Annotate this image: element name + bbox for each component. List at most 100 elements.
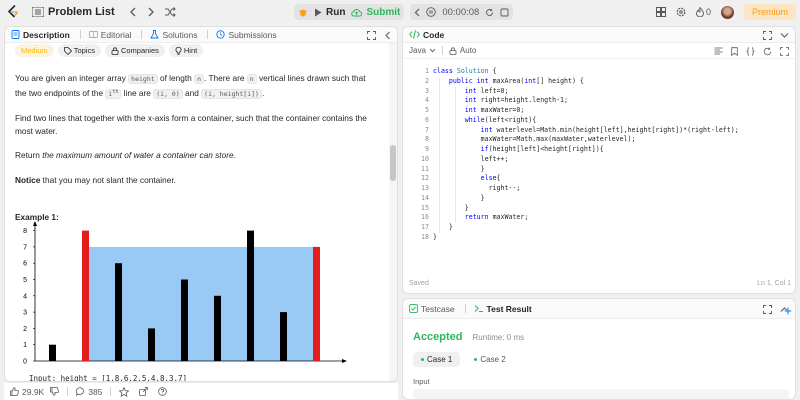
submit-button[interactable]: Submit: [351, 7, 400, 18]
line-number: 15: [421, 203, 429, 212]
star-icon[interactable]: [119, 386, 130, 397]
note-icon[interactable]: [500, 8, 509, 17]
reset-timer-icon[interactable]: [485, 8, 494, 17]
input-label: Input: [413, 377, 430, 386]
description-scrollbar[interactable]: [389, 43, 397, 381]
tab-submissions-label: Submissions: [228, 29, 277, 40]
fullscreen-icon[interactable]: [780, 46, 789, 56]
auto-mode-toggle[interactable]: Auto: [449, 46, 476, 55]
code-panel-controls: [763, 27, 789, 43]
comment-icon: [76, 387, 85, 396]
user-avatar[interactable]: [720, 5, 734, 19]
braces-icon[interactable]: [746, 46, 755, 56]
expand-icon[interactable]: [367, 30, 376, 40]
case-2-button[interactable]: Case 2: [466, 352, 513, 367]
collapse-down-icon[interactable]: [780, 32, 789, 39]
chevron-left-icon[interactable]: [129, 7, 137, 17]
difficulty-badge[interactable]: Medium: [15, 44, 54, 57]
share-icon[interactable]: [139, 387, 149, 396]
tab-testcase[interactable]: Testcase: [409, 304, 455, 314]
topics-label: Topics: [73, 46, 95, 55]
chevron-down-icon: [429, 48, 436, 53]
run-label: Run: [326, 6, 346, 18]
reset-code-icon[interactable]: [763, 46, 772, 56]
text-segment: .: [233, 150, 236, 161]
line-number: 10: [421, 154, 429, 163]
shuffle-icon[interactable]: [164, 7, 176, 17]
settings-gear-icon[interactable]: [676, 7, 686, 17]
chevron-left-timer-icon[interactable]: [414, 8, 420, 17]
line-number: 14: [421, 193, 429, 202]
example-input: Input: height = [1,8,6,2,5,4,8,3,7]: [29, 374, 188, 382]
format-icon[interactable]: [714, 47, 723, 55]
ith-superscript: th: [112, 88, 119, 95]
code-content[interactable]: class Solution { public int maxArea(int[…: [433, 67, 739, 243]
tab-separator: [464, 304, 466, 313]
tab-separator: [207, 30, 209, 39]
like-button[interactable]: 29.9K: [10, 387, 44, 397]
like-count: 29.9K: [22, 386, 45, 397]
code-panel-header: Code: [403, 27, 795, 43]
tab-submissions[interactable]: Submissions: [216, 29, 277, 40]
expand-code-icon[interactable]: [763, 30, 772, 40]
line-number: 18: [421, 232, 429, 241]
case-1-button[interactable]: Case 1: [413, 352, 461, 367]
case-1-label: Case 1: [427, 355, 453, 364]
collapse-left-icon[interactable]: [384, 31, 391, 40]
text-segment: line are: [121, 87, 154, 98]
leetcode-logo-icon[interactable]: [6, 5, 20, 19]
x-axis-arrow: [342, 359, 347, 363]
problem-statement-p3: Return the maximum amount of water a con…: [15, 149, 379, 162]
hint-tag[interactable]: Hint: [168, 44, 204, 57]
line-number: 5: [425, 106, 429, 114]
play-icon: [315, 8, 322, 16]
tab-description[interactable]: Description: [11, 30, 70, 40]
example-chart: 0 1 2 3 4 5 6 7 8: [23, 221, 347, 366]
water-area: [89, 246, 313, 361]
chevron-right-icon[interactable]: [147, 7, 155, 17]
history-icon: [216, 30, 226, 39]
flask-icon: [150, 30, 160, 39]
tab-solutions[interactable]: Solutions: [150, 30, 197, 40]
run-button[interactable]: Run: [314, 7, 345, 18]
inline-code-point1: (i, 0): [153, 88, 183, 99]
language-selector[interactable]: Java: [409, 46, 436, 55]
code-panel: Code Java Auto 1 2 3 4 5 6 7 8 9 10 11 1…: [402, 26, 796, 294]
lock-icon: [111, 46, 119, 55]
inline-code-height: height: [128, 74, 158, 84]
checkbox-icon: [409, 304, 418, 313]
tab-separator: [141, 30, 143, 39]
description-panel-controls: [367, 27, 391, 43]
help-icon[interactable]: [158, 387, 168, 396]
code-editor[interactable]: 1 2 3 4 5 6 7 8 9 10 11 12 13 14 15 16 17 18 class Soluti…: [403, 57, 795, 277]
premium-button[interactable]: Premium: [743, 4, 796, 20]
problem-list-icon[interactable]: [32, 7, 44, 17]
pass-dot: [474, 358, 478, 361]
streak-counter[interactable]: 0: [696, 7, 711, 17]
tab-test-result[interactable]: Test Result: [474, 304, 532, 314]
text-segment: You are given an integer array: [15, 73, 129, 83]
bookmark-icon[interactable]: [731, 46, 738, 56]
result-status: Accepted: [413, 331, 463, 343]
expand-result-icon[interactable]: [763, 304, 772, 314]
description-panel-header: Description Editorial Solutions Submissi…: [5, 27, 397, 43]
thumbs-down-icon[interactable]: [50, 387, 60, 396]
comments-button[interactable]: 385: [76, 387, 102, 397]
top-bar-center: Run Submit 00:00:08: [294, 4, 514, 20]
description-scroll-thumb[interactable]: [390, 145, 396, 181]
tab-code[interactable]: Code: [409, 30, 444, 40]
topics-tag[interactable]: Topics: [57, 44, 101, 57]
italic-segment: the maximum amount of water a container …: [42, 150, 234, 161]
timer-group: 00:00:08: [410, 4, 514, 20]
case-tabs: Case 1 Case 2: [413, 352, 514, 367]
pause-icon[interactable]: [426, 7, 437, 17]
text-segment: and: [182, 87, 202, 98]
layout-grid-icon[interactable]: [655, 7, 666, 17]
debug-bug-icon[interactable]: [298, 7, 308, 17]
y-tick-label: 2: [23, 326, 27, 333]
tag-icon: [63, 46, 72, 55]
companies-tag[interactable]: Companies: [104, 44, 165, 57]
ai-assistant-icon[interactable]: [783, 303, 793, 316]
problem-list-title[interactable]: Problem List: [48, 6, 115, 18]
tab-editorial[interactable]: Editorial: [88, 30, 131, 40]
